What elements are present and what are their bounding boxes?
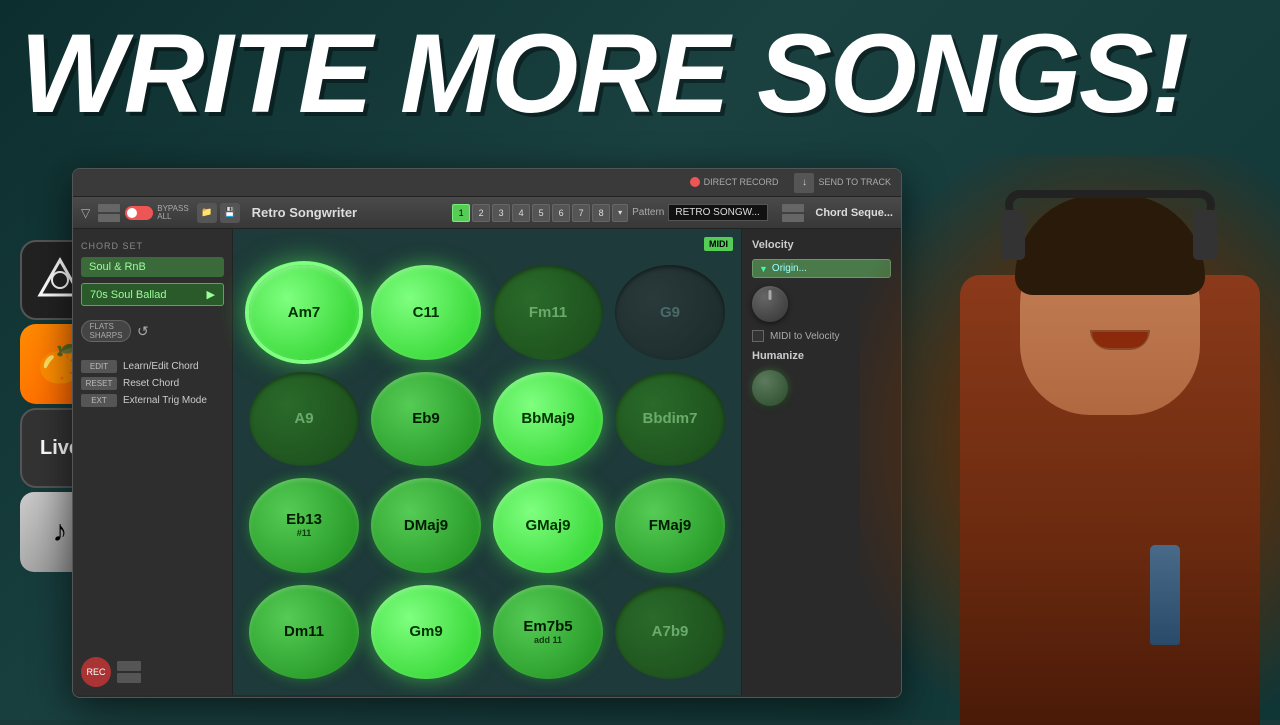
flats-sharps-button[interactable]: FLATSSHARPS [81, 320, 131, 342]
person-overlay [860, 155, 1280, 725]
chord-btn-fmaj9[interactable]: FMaj9 [615, 478, 725, 573]
folder-icon[interactable]: 📁 [197, 203, 217, 223]
bottle-item [1150, 545, 1180, 645]
sidebar-action-buttons: EDIT Learn/Edit Chord RESET Reset Chord … [81, 360, 224, 407]
pattern-btn-7[interactable]: 7 [572, 204, 590, 222]
midi-velocity-checkbox[interactable] [752, 330, 764, 342]
chord-btn-gmaj9[interactable]: GMaj9 [493, 478, 603, 573]
chord-btn-g9[interactable]: G9 [615, 265, 725, 360]
chord-btn-a9[interactable]: A9 [249, 372, 359, 467]
chord-btn-am7[interactable]: Am7 [249, 265, 359, 360]
title-bar-grid-icon [98, 204, 117, 222]
midi-velocity-label: MIDI to Velocity [770, 331, 839, 342]
chord-set-soul-rnb[interactable]: Soul & RnB [81, 257, 224, 277]
pattern-btn-4[interactable]: 4 [512, 204, 530, 222]
chord-btn-bbmaj9[interactable]: BbMaj9 [493, 372, 603, 467]
title-bar-file-icons: 📁 💾 [197, 203, 240, 223]
save-icon[interactable]: 💾 [220, 203, 240, 223]
chord-btn-fm11[interactable]: Fm11 [493, 265, 603, 360]
midi-badge: MIDI [704, 237, 733, 251]
pattern-btn-5[interactable]: 5 [532, 204, 550, 222]
velocity-knob[interactable] [752, 286, 788, 322]
plugin-name-label: Retro Songwriter [252, 205, 357, 220]
plugin-window: DIRECT RECORD ↓ SEND TO TRACK ▽ BYPASS A… [72, 168, 902, 698]
ext-trig-row: EXT External Trig Mode [81, 394, 224, 407]
pattern-text-label: Pattern [632, 207, 664, 218]
left-sidebar: CHORD SET Soul & RnB 70s Soul Ballad ▶ F… [73, 229, 233, 695]
humanize-knob[interactable] [752, 370, 788, 406]
chord-btn-dmaj9[interactable]: DMaj9 [371, 478, 481, 573]
dropdown-arrow-icon: ▼ [759, 264, 768, 274]
edit-tag: EDIT [81, 360, 117, 373]
reset-tag: RESET [81, 377, 117, 390]
learn-edit-chord-row: EDIT Learn/Edit Chord [81, 360, 224, 373]
play-down-control[interactable] [117, 673, 141, 683]
transport-controls [117, 661, 141, 683]
plugin-top-bar: DIRECT RECORD ↓ SEND TO TRACK [73, 169, 901, 197]
chord-btn-gm9[interactable]: Gm9 [371, 585, 481, 680]
pattern-name-display: RETRO SONGW... [668, 204, 768, 221]
flats-sharps-control: FLATSSHARPS ↺ [81, 320, 224, 342]
chord-btn-eb9[interactable]: Eb9 [371, 372, 481, 467]
pattern-btn-6[interactable]: 6 [552, 204, 570, 222]
reset-chord-row: RESET Reset Chord [81, 377, 224, 390]
chord-grid-area: MIDI Am7 C11 Fm11 G9 A9 [233, 229, 741, 695]
chord-grid: Am7 C11 Fm11 G9 A9 Eb9 [249, 245, 725, 679]
main-title: WRITE MORE SONGS! [20, 18, 1187, 130]
reset-chord-label[interactable]: Reset Chord [123, 378, 179, 389]
chord-btn-dm11[interactable]: Dm11 [249, 585, 359, 680]
person-figure [900, 165, 1280, 725]
chord-btn-em7b5[interactable]: Em7b5 add 11 [493, 585, 603, 680]
pattern-buttons: 1 2 3 4 5 6 7 8 ▾ [452, 204, 628, 222]
title-bar: ▽ BYPASS ALL 📁 💾 Retro Songwriter 1 2 3 [73, 197, 901, 229]
chord-btn-c11[interactable]: C11 [371, 265, 481, 360]
pattern-btn-1[interactable]: 1 [452, 204, 470, 222]
chord-btn-bbdim7[interactable]: Bbdim7 [615, 372, 725, 467]
reset-icon[interactable]: ↺ [137, 323, 149, 340]
direct-record-button[interactable]: DIRECT RECORD [690, 177, 779, 188]
learn-edit-chord-label[interactable]: Learn/Edit Chord [123, 361, 199, 372]
bypass-button-led [125, 206, 153, 220]
chord-set-label: CHORD SET [81, 241, 224, 251]
pattern-btn-3[interactable]: 3 [492, 204, 510, 222]
pattern-btn-8[interactable]: 8 [592, 204, 610, 222]
play-up-control[interactable] [117, 661, 141, 671]
main-content: CHORD SET Soul & RnB 70s Soul Ballad ▶ F… [73, 229, 901, 695]
record-dot-icon [690, 177, 700, 187]
pattern-dropdown[interactable]: ▾ [612, 204, 628, 222]
chord-set-70s-soul[interactable]: 70s Soul Ballad ▶ [81, 283, 224, 306]
pattern-btn-2[interactable]: 2 [472, 204, 490, 222]
ext-trig-label[interactable]: External Trig Mode [123, 395, 207, 406]
chord-btn-eb13[interactable]: Eb13 #11 [249, 478, 359, 573]
chord-btn-a7b9[interactable]: A7b9 [615, 585, 725, 680]
bypass-toggle[interactable]: BYPASS ALL [125, 205, 188, 221]
record-button[interactable]: REC [81, 657, 111, 687]
chord-seq-grid-icon [782, 204, 801, 222]
ext-tag: EXT [81, 394, 117, 407]
bottom-controls: REC [81, 657, 224, 687]
title-bar-arrow-icon: ▽ [81, 206, 90, 220]
